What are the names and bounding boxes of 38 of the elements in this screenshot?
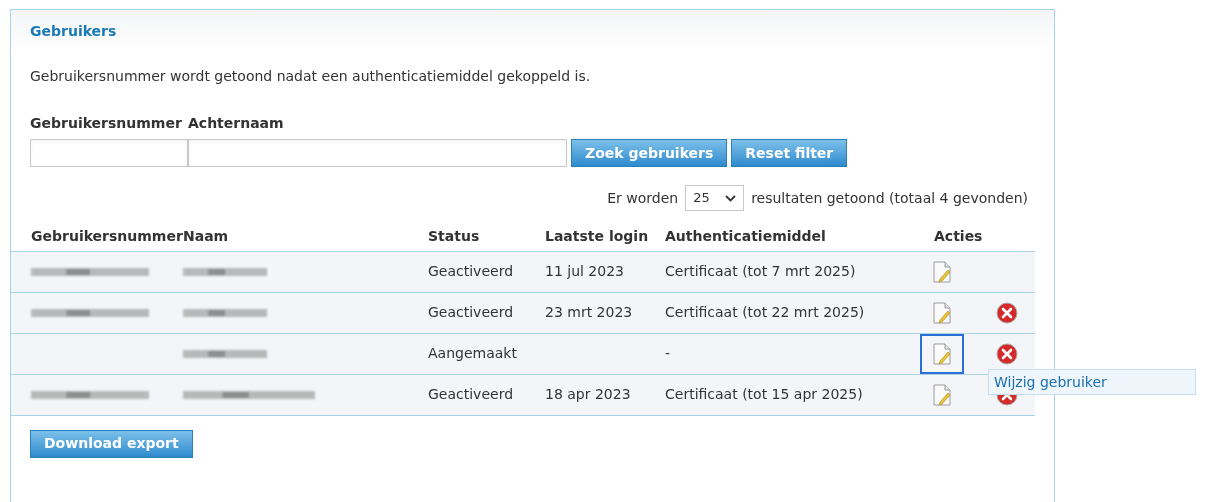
table-cell: - (665, 345, 671, 361)
column-header: Naam (183, 228, 229, 245)
field-label: Achternaam (188, 114, 285, 133)
page-size-select[interactable]: 25 (685, 185, 745, 211)
filter-button[interactable]: Zoek gebruikers (571, 139, 728, 167)
table-cell: Geactiveerd (428, 304, 514, 320)
edit-button[interactable] (920, 333, 964, 374)
edit-document-icon (932, 383, 952, 406)
table-cell: Geactiveerd (428, 386, 514, 402)
edit-document-icon (932, 342, 952, 365)
column-header: Gebruikersnummer (31, 228, 183, 245)
table-cell: Certificaat (tot 22 mrt 2025) (665, 304, 865, 320)
table-cell: Certificaat (tot 15 apr 2025) (665, 386, 863, 402)
edit-document-icon (932, 260, 952, 283)
tooltip: Wijzig gebruiker (988, 369, 1196, 395)
column-header: Authenticatiemiddel (665, 228, 826, 245)
download-export-button[interactable]: Download export (30, 429, 193, 458)
filter-field[interactable] (188, 139, 567, 167)
column-header: Acties (934, 228, 983, 245)
column-header: Status (428, 228, 480, 245)
table-cell: 23 mrt 2023 (545, 304, 633, 320)
delete-icon[interactable] (996, 342, 1018, 365)
panel-title: Gebruikers (30, 21, 117, 41)
table-cell: Certificaat (tot 7 mrt 2025) (665, 263, 856, 279)
paging-text: resultaten getoond (totaal 4 gevonden) (751, 188, 1028, 208)
edit-document-icon (932, 301, 952, 324)
filter-field[interactable] (30, 139, 188, 167)
table-cell: 11 jul 2023 (545, 263, 624, 279)
table-cell: 18 apr 2023 (545, 386, 631, 402)
column-header: Laatste login (545, 228, 649, 245)
info-text: Gebruikersnummer wordt getoond nadat een authenticatiemiddel gekoppeld is. (29, 67, 592, 86)
field-label: Gebruikersnummer (30, 114, 183, 133)
table-cell: Geactiveerd (428, 263, 514, 279)
filter-button[interactable]: Reset filter (731, 139, 848, 167)
table-cell: Aangemaakt (428, 345, 517, 361)
paging-text: Er worden (607, 188, 679, 208)
chevron-down-icon (725, 194, 737, 202)
delete-icon[interactable] (996, 301, 1018, 324)
